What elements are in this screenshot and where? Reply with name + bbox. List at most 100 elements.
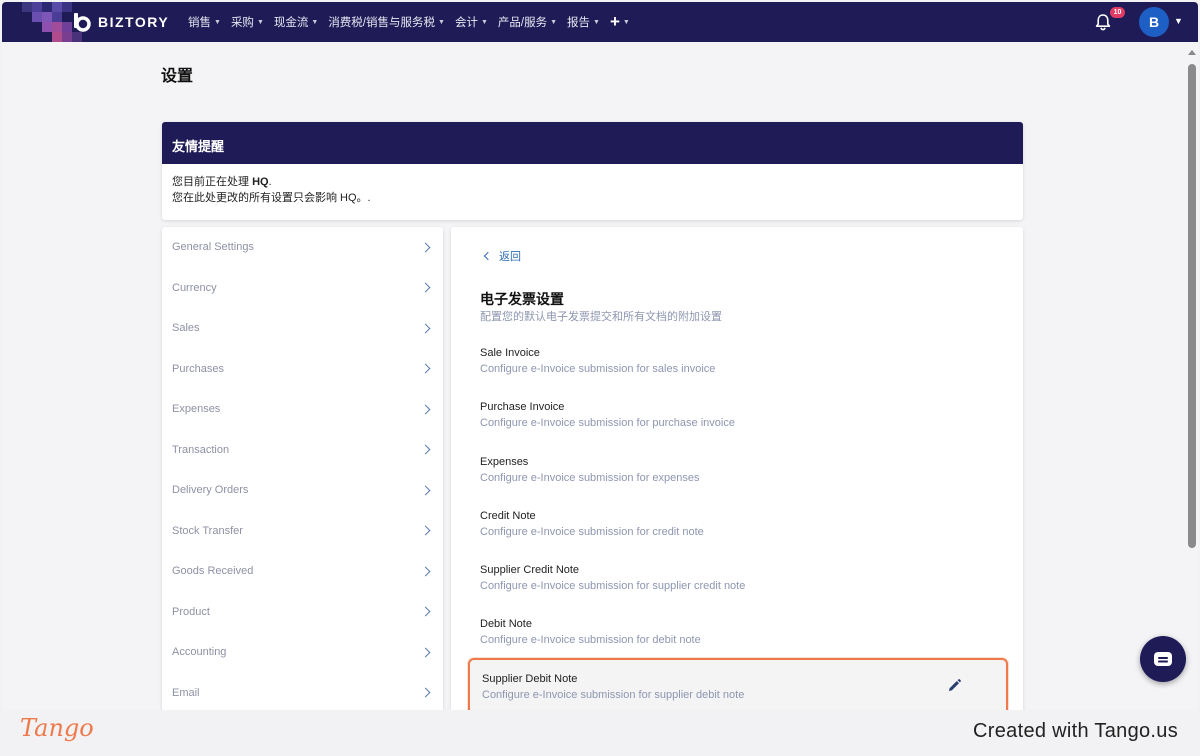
chat-icon xyxy=(1154,652,1172,666)
chevron-right-icon xyxy=(420,444,431,455)
app-window: BIZTORY 销售 ▼ 采购 ▼ 现金流 ▼ 消费税/销售与服务税 ▼ 会计 ▼ 产品/… xyxy=(2,2,1198,710)
sidebar-item-label: Accounting xyxy=(172,646,227,659)
menu-cashflow[interactable]: 现金流 ▼ xyxy=(274,14,318,30)
setting-description: Configure e-Invoice submission for expen… xyxy=(480,472,700,484)
reminder-prefix: 您目前正在处理 xyxy=(172,176,253,188)
menu-label: 现金流 xyxy=(273,17,309,29)
reminder-line-2: 您在此处更改的所有设置只会影响 HQ。. xyxy=(172,192,371,204)
chevron-down-icon[interactable]: ▼ xyxy=(1174,16,1183,26)
menu-purchases[interactable]: 采购 ▼ xyxy=(231,14,264,30)
menu-sales[interactable]: 销售 ▼ xyxy=(188,14,221,30)
setting-sale-invoice[interactable]: Sale Invoice Configure e-Invoice submiss… xyxy=(468,337,1008,395)
sidebar-item-email[interactable]: Email xyxy=(162,673,443,711)
chevron-right-icon xyxy=(420,485,431,496)
tango-logo: Tango xyxy=(20,714,94,742)
created-with-credit: Created with Tango.us xyxy=(973,720,1178,742)
sidebar-item-expenses[interactable]: Expenses xyxy=(162,389,443,430)
setting-credit-note[interactable]: Credit Note Configure e-Invoice submissi… xyxy=(468,500,1008,558)
caret-down-icon: ▼ xyxy=(550,18,558,26)
back-button[interactable]: 返回 xyxy=(483,248,521,264)
reminder-card: 友情提醒 您目前正在处理 HQ. 您在此处更改的所有设置只会影响 HQ。. xyxy=(162,122,1023,220)
caret-down-icon: ▼ xyxy=(256,18,264,26)
setting-description: Configure e-Invoice submission for suppl… xyxy=(482,689,745,701)
menu-reports[interactable]: 报告 ▼ xyxy=(567,14,600,30)
menu-label: 会计 xyxy=(454,17,478,29)
notification-badge: 10 xyxy=(1110,7,1125,18)
setting-title: Expenses xyxy=(480,456,529,468)
sidebar-item-product[interactable]: Product xyxy=(162,592,443,633)
sidebar-item-stock-transfer[interactable]: Stock Transfer xyxy=(162,511,443,552)
chevron-right-icon xyxy=(420,404,431,415)
menu-label: 销售 xyxy=(188,17,211,29)
page-title: 设置 xyxy=(161,68,194,85)
plus-icon: + xyxy=(609,12,620,31)
biztory-logo-icon xyxy=(74,13,91,32)
scroll-up-icon[interactable] xyxy=(1188,50,1196,55)
caret-down-icon: ▼ xyxy=(622,18,630,26)
bell-icon[interactable] xyxy=(1094,13,1112,31)
sidebar-item-label: Goods Received xyxy=(172,565,254,578)
setting-description: Configure e-Invoice submission for credi… xyxy=(480,526,704,538)
sidebar-item-label: Email xyxy=(172,686,200,699)
sidebar-item-goods-received[interactable]: Goods Received xyxy=(162,551,443,592)
reminder-line-1: 您目前正在处理 HQ. xyxy=(172,174,1013,190)
setting-description: Configure e-Invoice submission for debit… xyxy=(480,634,701,646)
top-navbar: BIZTORY 销售 ▼ 采购 ▼ 现金流 ▼ 消费税/销售与服务税 ▼ 会计 ▼ 产品/… xyxy=(2,2,1198,42)
menu-accounting[interactable]: 会计 ▼ xyxy=(455,14,488,30)
brand-logo[interactable]: BIZTORY xyxy=(72,12,169,32)
chevron-right-icon xyxy=(420,566,431,577)
sidebar-item-currency[interactable]: Currency xyxy=(162,268,443,309)
chevron-right-icon xyxy=(420,323,431,334)
avatar[interactable]: B xyxy=(1139,7,1169,37)
setting-purchase-invoice[interactable]: Purchase Invoice Configure e-Invoice sub… xyxy=(468,392,1008,450)
caret-down-icon: ▼ xyxy=(311,18,319,26)
page-scrollbar[interactable] xyxy=(1186,44,1198,710)
sidebar-item-label: General Settings xyxy=(172,241,254,254)
reminder-suffix: . xyxy=(268,176,272,188)
setting-title: Sale Invoice xyxy=(480,347,540,359)
sidebar-item-transaction[interactable]: Transaction xyxy=(162,430,443,471)
setting-title: Supplier Credit Note xyxy=(480,564,580,576)
sidebar-item-label: Stock Transfer xyxy=(172,524,243,537)
settings-sidebar: General Settings Currency Sales Purchase… xyxy=(162,227,443,710)
sidebar-item-accounting[interactable]: Accounting xyxy=(162,632,443,673)
setting-description: Configure e-Invoice submission for purch… xyxy=(480,417,735,429)
menu-tax[interactable]: 消费税/销售与服务税 ▼ xyxy=(328,14,445,30)
setting-description: Configure e-Invoice submission for sales… xyxy=(480,363,716,375)
chevron-right-icon xyxy=(420,363,431,374)
sidebar-item-label: Expenses xyxy=(172,403,221,416)
sidebar-item-label: Sales xyxy=(172,322,200,335)
reminder-entity: HQ xyxy=(252,176,269,188)
setting-title: Supplier Debit Note xyxy=(482,673,578,685)
menu-add[interactable]: + ▼ xyxy=(610,12,630,32)
sidebar-item-purchases[interactable]: Purchases xyxy=(162,349,443,390)
chevron-right-icon xyxy=(420,647,431,658)
sidebar-item-delivery-orders[interactable]: Delivery Orders xyxy=(162,470,443,511)
setting-expenses[interactable]: Expenses Configure e-Invoice submission … xyxy=(468,446,1008,504)
setting-supplier-debit-note[interactable]: Supplier Debit Note Configure e-Invoice … xyxy=(468,658,1008,710)
brand-name: BIZTORY xyxy=(98,14,170,30)
sidebar-item-label: Delivery Orders xyxy=(172,484,249,497)
setting-title: Credit Note xyxy=(480,510,536,522)
reminder-body: 您目前正在处理 HQ. 您在此处更改的所有设置只会影响 HQ。. xyxy=(162,164,1023,216)
chevron-right-icon xyxy=(420,525,431,536)
scroll-thumb[interactable] xyxy=(1188,64,1196,548)
sidebar-item-label: Currency xyxy=(172,281,217,294)
menu-label: 采购 xyxy=(230,17,254,29)
sidebar-item-sales[interactable]: Sales xyxy=(162,308,443,349)
setting-title: Purchase Invoice xyxy=(480,401,565,413)
sidebar-item-label: Purchases xyxy=(172,362,224,375)
chevron-right-icon xyxy=(420,242,431,253)
einvoice-settings-panel: 返回 电子发票设置 配置您的默认电子发票提交和所有文档的附加设置 Sale In… xyxy=(451,227,1023,710)
caret-down-icon: ▼ xyxy=(214,18,221,26)
menu-products[interactable]: 产品/服务 ▼ xyxy=(498,14,557,30)
setting-supplier-credit-note[interactable]: Supplier Credit Note Configure e-Invoice… xyxy=(468,555,1008,613)
caret-down-icon: ▼ xyxy=(593,18,600,26)
sidebar-item-label: Transaction xyxy=(172,443,230,456)
chevron-left-icon xyxy=(483,251,493,261)
sidebar-item-general-settings[interactable]: General Settings xyxy=(162,227,443,268)
chevron-right-icon xyxy=(420,687,431,698)
reminder-heading: 友情提醒 xyxy=(162,122,1023,164)
pencil-icon[interactable] xyxy=(946,678,962,694)
chat-button[interactable] xyxy=(1140,636,1186,682)
